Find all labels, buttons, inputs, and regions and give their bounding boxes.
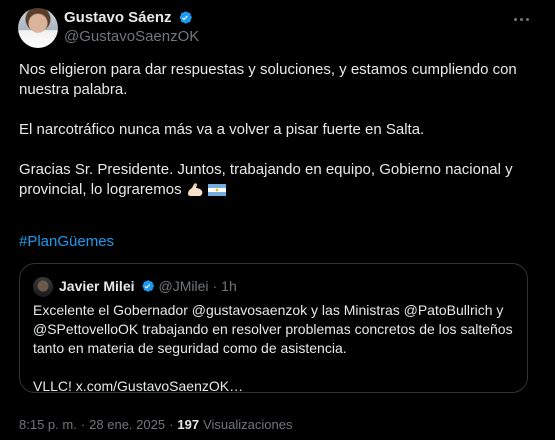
tweet-paragraph-2: El narcotráfico nunca más va a volver a … <box>19 121 425 138</box>
quoted-tweet-body: Excelente el Gobernador @gustavosaenzok … <box>33 301 518 396</box>
quoted-line-1: Excelente el Gobernador @gustavosaenzok … <box>33 302 504 318</box>
quoted-tweet[interactable]: Javier Milei @JMilei · 1h Excelente el G… <box>19 263 528 396</box>
meta-separator-2: · <box>169 417 174 432</box>
tweet-paragraph-1: Nos eligieron para dar respuestas y solu… <box>19 61 517 98</box>
tweet-time[interactable]: 8:15 p. m. <box>19 417 77 432</box>
quoted-author-name[interactable]: Javier Milei <box>59 278 135 294</box>
hashtag-link[interactable]: #PlanGüemes <box>19 233 114 250</box>
flexed-biceps-emoji <box>187 183 203 196</box>
verified-badge-icon <box>141 280 154 292</box>
tweet-metadata: 8:15 p. m. · 28 ene. 2025 · 197 Visualiz… <box>19 417 292 432</box>
quoted-line-3: tanto en materia de seguridad como de as… <box>33 340 347 356</box>
author-handle[interactable]: @GustavoSaenzOK <box>64 28 199 45</box>
verified-badge-icon <box>179 11 192 24</box>
quoted-link-line: VLLC! x.com/GustavoSaenzOK… <box>33 378 244 394</box>
more-options-icon[interactable] <box>511 9 531 29</box>
quoted-separator: · <box>212 278 218 294</box>
meta-separator-1: · <box>80 417 86 432</box>
tweet-date[interactable]: 28 ene. 2025 <box>89 417 165 432</box>
quoted-tweet-header: Javier Milei @JMilei · 1h <box>59 278 237 294</box>
views-label: Visualizaciones <box>203 417 293 432</box>
quoted-time[interactable]: 1h <box>221 278 237 294</box>
quoted-line-2: @SPettovelloOK trabajando en resolver pr… <box>33 321 513 337</box>
views-count: 197 <box>177 417 200 432</box>
quoted-author-handle[interactable]: @JMilei <box>159 278 209 294</box>
tweet-paragraph-3: Gracias Sr. Presidente. Juntos, trabajan… <box>19 160 539 200</box>
author-avatar[interactable] <box>18 8 58 48</box>
tweet-paragraph-3-text: Gracias Sr. Presidente. Juntos, trabajan… <box>19 161 513 198</box>
tweet-body: Nos eligieron para dar respuestas y solu… <box>19 60 539 220</box>
argentina-flag-emoji <box>207 184 226 196</box>
quoted-author-avatar[interactable] <box>33 277 53 297</box>
author-name-row: Gustavo Sáenz <box>64 9 193 26</box>
author-name[interactable]: Gustavo Sáenz <box>64 9 172 26</box>
